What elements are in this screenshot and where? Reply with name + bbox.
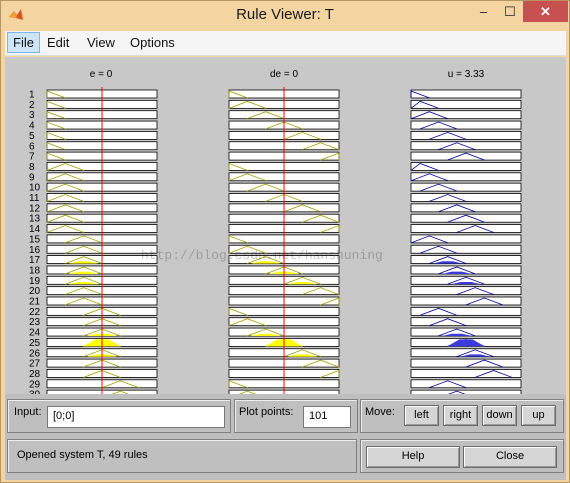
plot-points-field[interactable]: 101: [303, 406, 351, 428]
rule-number: 20: [29, 286, 41, 297]
menu-options[interactable]: Options: [130, 35, 175, 50]
rule-number: 27: [29, 359, 41, 370]
rule-number: 12: [29, 203, 41, 214]
rule-number: 9: [29, 172, 35, 183]
rule-number: 16: [29, 245, 41, 256]
status-panel: Opened system T, 49 rules: [7, 439, 357, 473]
move-panel: Move: left right down up: [360, 399, 564, 433]
rule-number: 29: [29, 379, 41, 390]
u-mf-box: [410, 182, 522, 192]
close-button[interactable]: Close: [463, 446, 557, 468]
rule-number: 5: [29, 131, 35, 142]
u-mf-box: [410, 296, 522, 306]
u-mf-box: [410, 286, 522, 296]
status-text: Opened system T, 49 rules: [17, 449, 148, 461]
input-field[interactable]: [0;0]: [47, 406, 225, 428]
plot-points-panel: Plot points: 101: [234, 399, 358, 433]
rule-number: 24: [29, 328, 41, 339]
rule-number: 7: [29, 152, 35, 163]
u-mf-box: [410, 255, 522, 265]
u-mf-box: [410, 131, 522, 140]
u-mf-box: [410, 141, 522, 151]
move-down-button[interactable]: down: [482, 405, 517, 426]
rule-number: 10: [29, 183, 41, 194]
u-mf-box: [410, 317, 522, 327]
rules-plot: 1234567891011121314151617181920212223242…: [29, 87, 522, 394]
u-mf-box: [410, 379, 522, 389]
rule-number: 6: [29, 141, 35, 152]
u-mf-box: [410, 110, 522, 120]
title-bar[interactable]: Rule Viewer: T – ☐ ✕: [1, 1, 569, 31]
rule-number: 11: [29, 193, 40, 204]
menu-view[interactable]: View: [87, 35, 115, 50]
rule-number: 14: [29, 224, 41, 235]
rule-number: 2: [29, 100, 35, 111]
rule-number: 28: [29, 369, 41, 380]
u-mf-box: [410, 172, 522, 182]
rule-number: 19: [29, 276, 41, 287]
input-panel: Input: [0;0]: [7, 399, 231, 433]
move-right-button[interactable]: right: [443, 405, 478, 426]
u-mf-box: [410, 369, 522, 378]
action-panel: Help Close: [360, 439, 564, 473]
rule-number: 4: [29, 121, 35, 132]
rule-number: 3: [29, 110, 35, 121]
rule-number: 21: [29, 297, 41, 308]
rule-number: 15: [29, 234, 41, 245]
move-up-button[interactable]: up: [521, 405, 556, 426]
plot-points-label: Plot points:: [239, 406, 294, 418]
u-mf-box: [410, 224, 522, 233]
move-left-button[interactable]: left: [404, 405, 439, 426]
rule-number: 26: [29, 348, 41, 359]
u-mf-box: [410, 120, 522, 130]
u-mf-box: [410, 203, 522, 213]
menu-edit[interactable]: Edit: [47, 35, 69, 50]
rule-number: 1: [29, 90, 35, 101]
rule-number: 18: [29, 265, 41, 276]
u-mf-box: [410, 234, 522, 244]
rule-plot-area[interactable]: e = 0 de = 0 u = 3.33 1 2 3 4 5 6 7 8 9 10 11 12 13 1…: [5, 57, 566, 394]
rule-number: 25: [29, 338, 41, 349]
u-mf-box: [410, 358, 522, 368]
control-panel: Input: [0;0] Plot points: 101 Move: left…: [5, 394, 566, 480]
menu-file[interactable]: File: [7, 32, 40, 53]
watermark: http://blog.csdn.net/hanshuning: [141, 248, 383, 263]
u-mf-box: [410, 193, 522, 202]
rule-viewer-window: Rule Viewer: T – ☐ ✕ File Edit View Opti…: [0, 0, 570, 483]
u-mf-box: [410, 306, 522, 316]
rule-number: 8: [29, 162, 35, 173]
rule-number: 17: [29, 255, 41, 266]
input-label: Input:: [14, 406, 42, 418]
maximize-button[interactable]: ☐: [497, 1, 523, 22]
help-button[interactable]: Help: [366, 446, 460, 468]
move-label: Move:: [365, 406, 395, 418]
u-mf-box: [410, 244, 522, 254]
minimize-button[interactable]: –: [470, 1, 497, 22]
rule-number: 13: [29, 214, 41, 225]
rule-number: 23: [29, 317, 41, 328]
menu-bar: File Edit View Options: [5, 31, 566, 56]
close-window-button[interactable]: ✕: [523, 1, 568, 22]
rule-number: 22: [29, 307, 41, 318]
